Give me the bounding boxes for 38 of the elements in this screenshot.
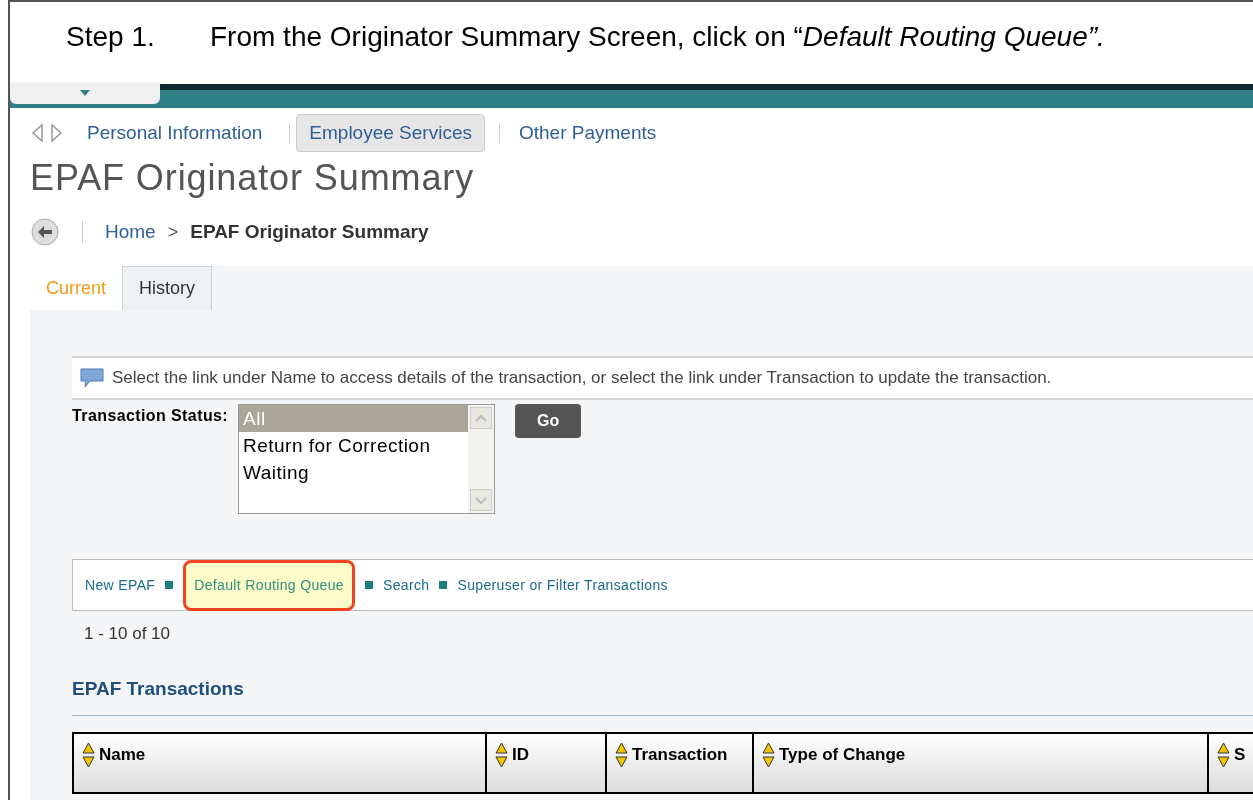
nav-tab[interactable]: Employee Services (296, 113, 485, 153)
sort-arrows-icon[interactable] (1217, 742, 1230, 768)
status-listbox[interactable]: All Return for Correction Waiting (238, 404, 496, 514)
record-count: 1 - 10 of 10 (84, 623, 171, 645)
sort-arrows-icon[interactable] (495, 742, 508, 768)
step-instruction: From the Originator Summary Screen, click on “Default Routing Queue”. (210, 20, 1105, 54)
sort-arrows-icon[interactable] (82, 742, 95, 768)
listbox-option[interactable]: Return for Correction (239, 432, 469, 459)
info-message: Select the link under Name to access details of the transaction, or select the link under Transaction to update the transaction. (112, 367, 1052, 390)
listbox-option[interactable]: Waiting (239, 459, 469, 486)
sort-arrows-icon[interactable] (615, 742, 628, 768)
breadcrumb-current: EPAF Originator Summary (190, 219, 429, 244)
column-header[interactable]: Type of Change (752, 734, 1207, 792)
separator-square-icon (165, 581, 174, 589)
separator-square-icon (439, 581, 448, 589)
action-link[interactable]: Search (383, 574, 430, 596)
nav-tab[interactable]: Other Payments (505, 113, 670, 153)
page-title: EPAF Originator Summary (29, 158, 476, 198)
action-link[interactable]: New EPAF (85, 574, 156, 596)
action-link[interactable]: Superuser or Filter Transactions (457, 574, 668, 596)
separator-square-icon (365, 581, 373, 589)
column-header[interactable]: S (1207, 734, 1253, 792)
nav-tab[interactable]: Personal Information (74, 113, 276, 153)
column-header[interactable]: ID (485, 734, 605, 792)
go-button[interactable]: Go (515, 404, 582, 438)
sort-arrows-icon[interactable] (762, 742, 775, 768)
step-label: Step 1. (66, 20, 156, 54)
speech-bubble-icon (80, 368, 104, 388)
breadcrumb-separator: > (167, 220, 179, 244)
tab[interactable]: History (122, 266, 213, 310)
back-icon[interactable] (30, 217, 60, 247)
filter-label: Transaction Status: (72, 406, 229, 426)
caret-icon (80, 90, 90, 96)
column-header[interactable]: Transaction (605, 734, 752, 792)
breadcrumb-link[interactable]: Home (105, 217, 156, 247)
action-link[interactable]: Default Routing Queue (183, 559, 355, 611)
section-title: EPAF Transactions (72, 676, 245, 701)
column-header[interactable]: Name (72, 734, 485, 792)
